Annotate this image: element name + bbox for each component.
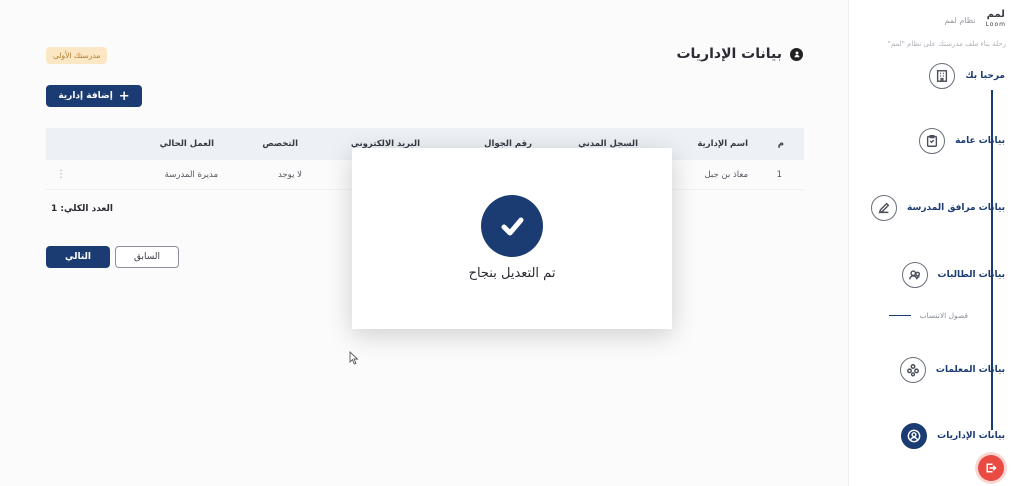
page-title-text: بيانات الإداريات	[676, 46, 782, 62]
total-count: العدد الكلي: 1	[51, 204, 113, 214]
users-icon	[901, 262, 928, 288]
mouse-cursor-icon	[349, 351, 359, 365]
plus-icon: +	[118, 88, 130, 104]
building-icon	[929, 63, 956, 89]
step-label: بيانات عامة	[955, 136, 1005, 146]
brand-name: نظام لمم	[944, 15, 976, 25]
clipboard-icon	[919, 128, 946, 154]
pencil-icon	[871, 195, 898, 221]
brand-tagline: رحلة بناء ملف مدرستك على نظام "لمم"	[887, 40, 1006, 48]
success-message: تم التعديل بنجاح	[468, 266, 556, 281]
step-label: مرحبا بك	[965, 71, 1005, 81]
brand-logo[interactable]: لمم Loom	[986, 10, 1006, 30]
column-header: م	[777, 139, 784, 149]
previous-button[interactable]: السابق	[115, 246, 179, 268]
checkmark-icon	[481, 195, 543, 257]
step-label: بيانات المعلمات	[935, 365, 1005, 375]
column-header: التخصص	[262, 139, 298, 149]
step-administrators[interactable]: بيانات الإداريات	[901, 423, 1005, 449]
add-administrator-button[interactable]: + إضافة إدارية	[46, 85, 142, 107]
cell-current-job: مديرة المدرسة	[164, 169, 218, 180]
user-badge-icon	[790, 47, 803, 61]
step-general-info[interactable]: بيانات عامة	[919, 128, 1005, 154]
more-options-icon[interactable]: ⋮	[56, 169, 66, 180]
brand: نظام لمم لمم Loom	[944, 10, 1006, 30]
step-label: بيانات الطالبات	[937, 270, 1005, 280]
step-label: بيانات الإداريات	[937, 431, 1005, 441]
substep-label: فصول الانتساب	[919, 311, 968, 320]
group-icon	[899, 357, 926, 383]
logout-button[interactable]	[978, 455, 1004, 481]
step-teachers[interactable]: بيانات المعلمات	[899, 357, 1005, 383]
page-title: بيانات الإداريات	[676, 46, 803, 62]
column-header: العمل الحالي	[159, 139, 214, 149]
substep-affiliation-classes[interactable]: فصول الانتساب	[889, 311, 968, 320]
school-badge: مدرستك الأولى	[46, 47, 108, 64]
next-button[interactable]: التالي	[46, 246, 110, 268]
step-students[interactable]: بيانات الطالبات	[901, 262, 1005, 288]
cell-specialization: لا يوجد	[277, 169, 302, 180]
logout-icon	[986, 463, 997, 473]
step-welcome[interactable]: مرحبا بك	[929, 63, 1005, 89]
brand-logo-text: لمم	[986, 9, 1005, 20]
add-administrator-label: إضافة إدارية	[58, 91, 113, 101]
person-icon	[901, 423, 928, 449]
cell-index: 1	[776, 169, 782, 180]
column-header: اسم الإدارية	[697, 139, 748, 149]
cell-name: معاذ بن جبل	[704, 169, 748, 180]
app-root: نظام لمم لمم Loom رحلة بناء ملف مدرستك ع…	[0, 0, 1024, 486]
substep-connector	[889, 314, 912, 317]
step-facilities[interactable]: بيانات مرافق المدرسة	[871, 195, 1005, 221]
step-label: بيانات مرافق المدرسة	[907, 203, 1005, 213]
brand-logo-sub: Loom	[985, 21, 1006, 28]
stepper-sidebar: نظام لمم لمم Loom رحلة بناء ملف مدرستك ع…	[848, 0, 1024, 486]
success-modal: تم التعديل بنجاح	[352, 148, 672, 329]
